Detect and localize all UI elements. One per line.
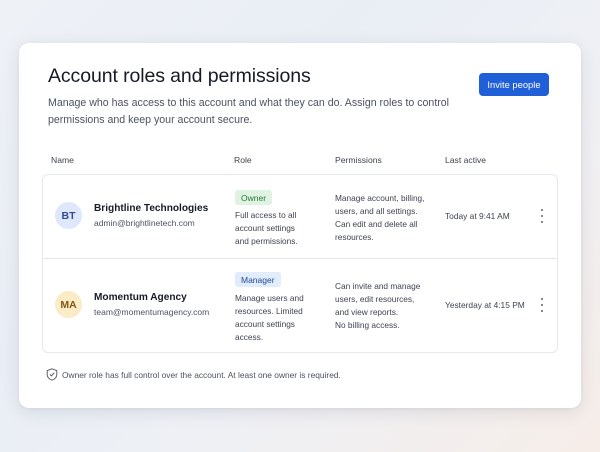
page-description: Manage who has access to this account an…	[48, 97, 450, 126]
account-email: team@momentumagency.com	[94, 307, 210, 317]
roles-card: Account roles and permissions Manage who…	[19, 43, 581, 408]
shield-icon	[46, 368, 58, 381]
role-badge-owner: Owner	[235, 190, 273, 205]
account-email: admin@brightlinetech.com	[94, 218, 195, 228]
account-name: Momentum Agency	[94, 292, 187, 303]
table-row: MA Momentum Agency team@momentumagency.c…	[42, 258, 558, 353]
role-description: Manage users and resources. Limited acco…	[235, 293, 304, 342]
more-vertical-icon[interactable]	[537, 209, 547, 223]
account-name: Brightline Technologies	[94, 203, 209, 214]
permissions-description: Manage account, billing, users, and all …	[335, 193, 425, 242]
column-header-name: Name	[51, 155, 74, 165]
avatar: MA	[55, 291, 82, 318]
role-badge-manager: Manager	[235, 272, 281, 287]
role-description: Full access to all account settings and …	[235, 210, 298, 246]
more-vertical-icon[interactable]	[537, 298, 547, 312]
page-title: Account roles and permissions	[48, 65, 311, 87]
last-active: Yesterday at 4:15 PM	[445, 300, 525, 310]
permissions-description: Can invite and manage users, edit resour…	[335, 281, 421, 330]
column-header-permissions: Permissions	[335, 155, 382, 165]
owner-role-note: Owner role has full control over the acc…	[62, 370, 341, 380]
column-header-last-active: Last active	[445, 155, 487, 165]
last-active: Today at 9:41 AM	[445, 211, 510, 221]
column-header-role: Role	[234, 155, 252, 165]
avatar: BT	[55, 202, 82, 229]
invite-people-button[interactable]: Invite people	[479, 73, 549, 96]
table-row: BT Brightline Technologies admin@brightl…	[42, 174, 558, 259]
